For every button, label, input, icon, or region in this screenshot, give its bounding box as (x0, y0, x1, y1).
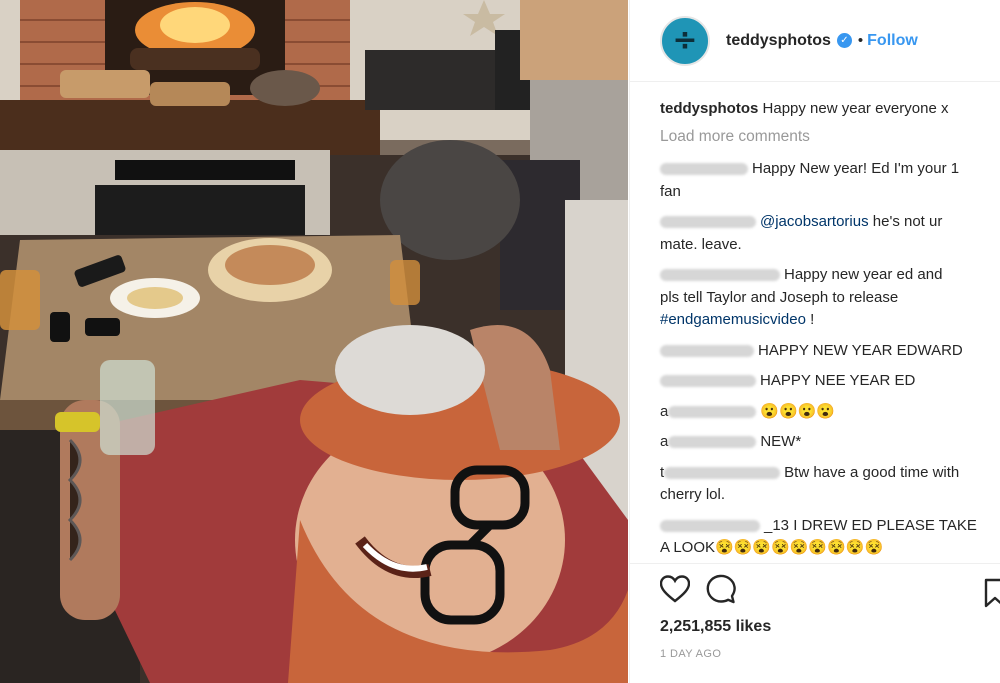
comments-list[interactable]: teddysphotos Happy new year everyone x L… (630, 82, 1000, 560)
comment-text-continued: A LOOK😵😵😵😵😵😵😵😵😵 (660, 539, 884, 556)
load-more-comments-button[interactable]: Load more comments (660, 128, 1000, 146)
comment-text: HAPPY NEW YEAR EDWARD (758, 341, 963, 359)
post-sidebar: ÷ teddysphotos ✓ • Follow teddysphotos H… (629, 0, 1000, 683)
comment-text: Btw have a good time with (784, 463, 960, 481)
bookmark-icon[interactable] (983, 578, 1000, 608)
comment-text: Happy new year ed and (784, 266, 943, 283)
comment-item: HAPPY NEE YEAR ED (660, 370, 1000, 393)
follow-button[interactable]: Follow (867, 32, 918, 50)
comment-item: a 😮😮😮😮 (660, 401, 1000, 424)
comment-tail: ! (810, 311, 815, 328)
comment-text: 😮😮😮😮 (760, 402, 836, 420)
comment-item: Happy new year ed and pls tell Taylor an… (660, 264, 1000, 332)
comment-text: Happy New year! Ed I'm your 1 (752, 160, 960, 177)
post-timestamp[interactable]: 1 DAY AGO (660, 648, 1000, 660)
post-caption: teddysphotos Happy new year everyone x (660, 98, 1000, 120)
blurred-username[interactable] (660, 216, 756, 229)
post-photo[interactable] (0, 0, 628, 683)
blurred-username[interactable] (660, 163, 748, 176)
post-username[interactable]: teddysphotos (726, 32, 831, 50)
blurred-username[interactable] (668, 436, 757, 449)
comment-item: a NEW* (660, 431, 1000, 454)
comment-text: _13 I DREW ED PLEASE TAKE (764, 516, 977, 534)
comment-text-continued: cherry lol. (660, 486, 726, 503)
comment-item: @jacobsartorius he's not ur mate. leave. (660, 211, 1000, 256)
comment-author-prefix: a (660, 433, 669, 450)
blurred-username[interactable] (668, 405, 757, 418)
comment-text-continued: fan (660, 182, 681, 200)
avatar[interactable]: ÷ (660, 15, 710, 66)
verified-badge-icon: ✓ (836, 33, 852, 48)
comment-text-continued: pls tell Taylor and Joseph to release (660, 288, 899, 306)
blurred-username[interactable] (660, 269, 780, 282)
comment-text: NEW* (760, 433, 802, 450)
caption-text: Happy new year everyone x (762, 100, 949, 117)
avatar-symbol: ÷ (672, 23, 698, 58)
comment-icon[interactable] (706, 574, 736, 604)
post-actions: 2,251,855 likes 1 DAY AGO (630, 563, 1000, 683)
comment-item: Happy New year! Ed I'm your 1 fan (660, 158, 1000, 203)
comment-text: HAPPY NEE YEAR ED (760, 372, 916, 389)
post-header: ÷ teddysphotos ✓ • Follow (630, 0, 1000, 82)
action-icons (660, 574, 1000, 604)
caption-username[interactable]: teddysphotos (660, 100, 758, 117)
selfie-photo (0, 0, 628, 683)
separator-dot: • (857, 32, 864, 49)
likes-count[interactable]: 2,251,855 likes (660, 618, 1000, 636)
heart-icon[interactable] (660, 575, 690, 603)
comment-item: _13 I DREW ED PLEASE TAKE A LOOK😵😵😵😵😵😵😵😵… (660, 515, 1000, 560)
blurred-username[interactable] (660, 375, 756, 388)
comment-text-continued: mate. leave. (660, 235, 742, 253)
blurred-username[interactable] (664, 466, 781, 479)
comment-text: he's not ur (872, 213, 943, 230)
comment-author-prefix: a (660, 402, 669, 420)
blurred-username[interactable] (660, 344, 754, 357)
comment-item: t Btw have a good time with cherry lol. (660, 462, 1000, 507)
comment-hashtag[interactable]: #endgamemusicvideo (660, 311, 806, 328)
blurred-username[interactable] (660, 519, 760, 532)
comment-item: HAPPY NEW YEAR EDWARD (660, 340, 1000, 363)
comment-mention[interactable]: @jacobsartorius (760, 213, 869, 230)
